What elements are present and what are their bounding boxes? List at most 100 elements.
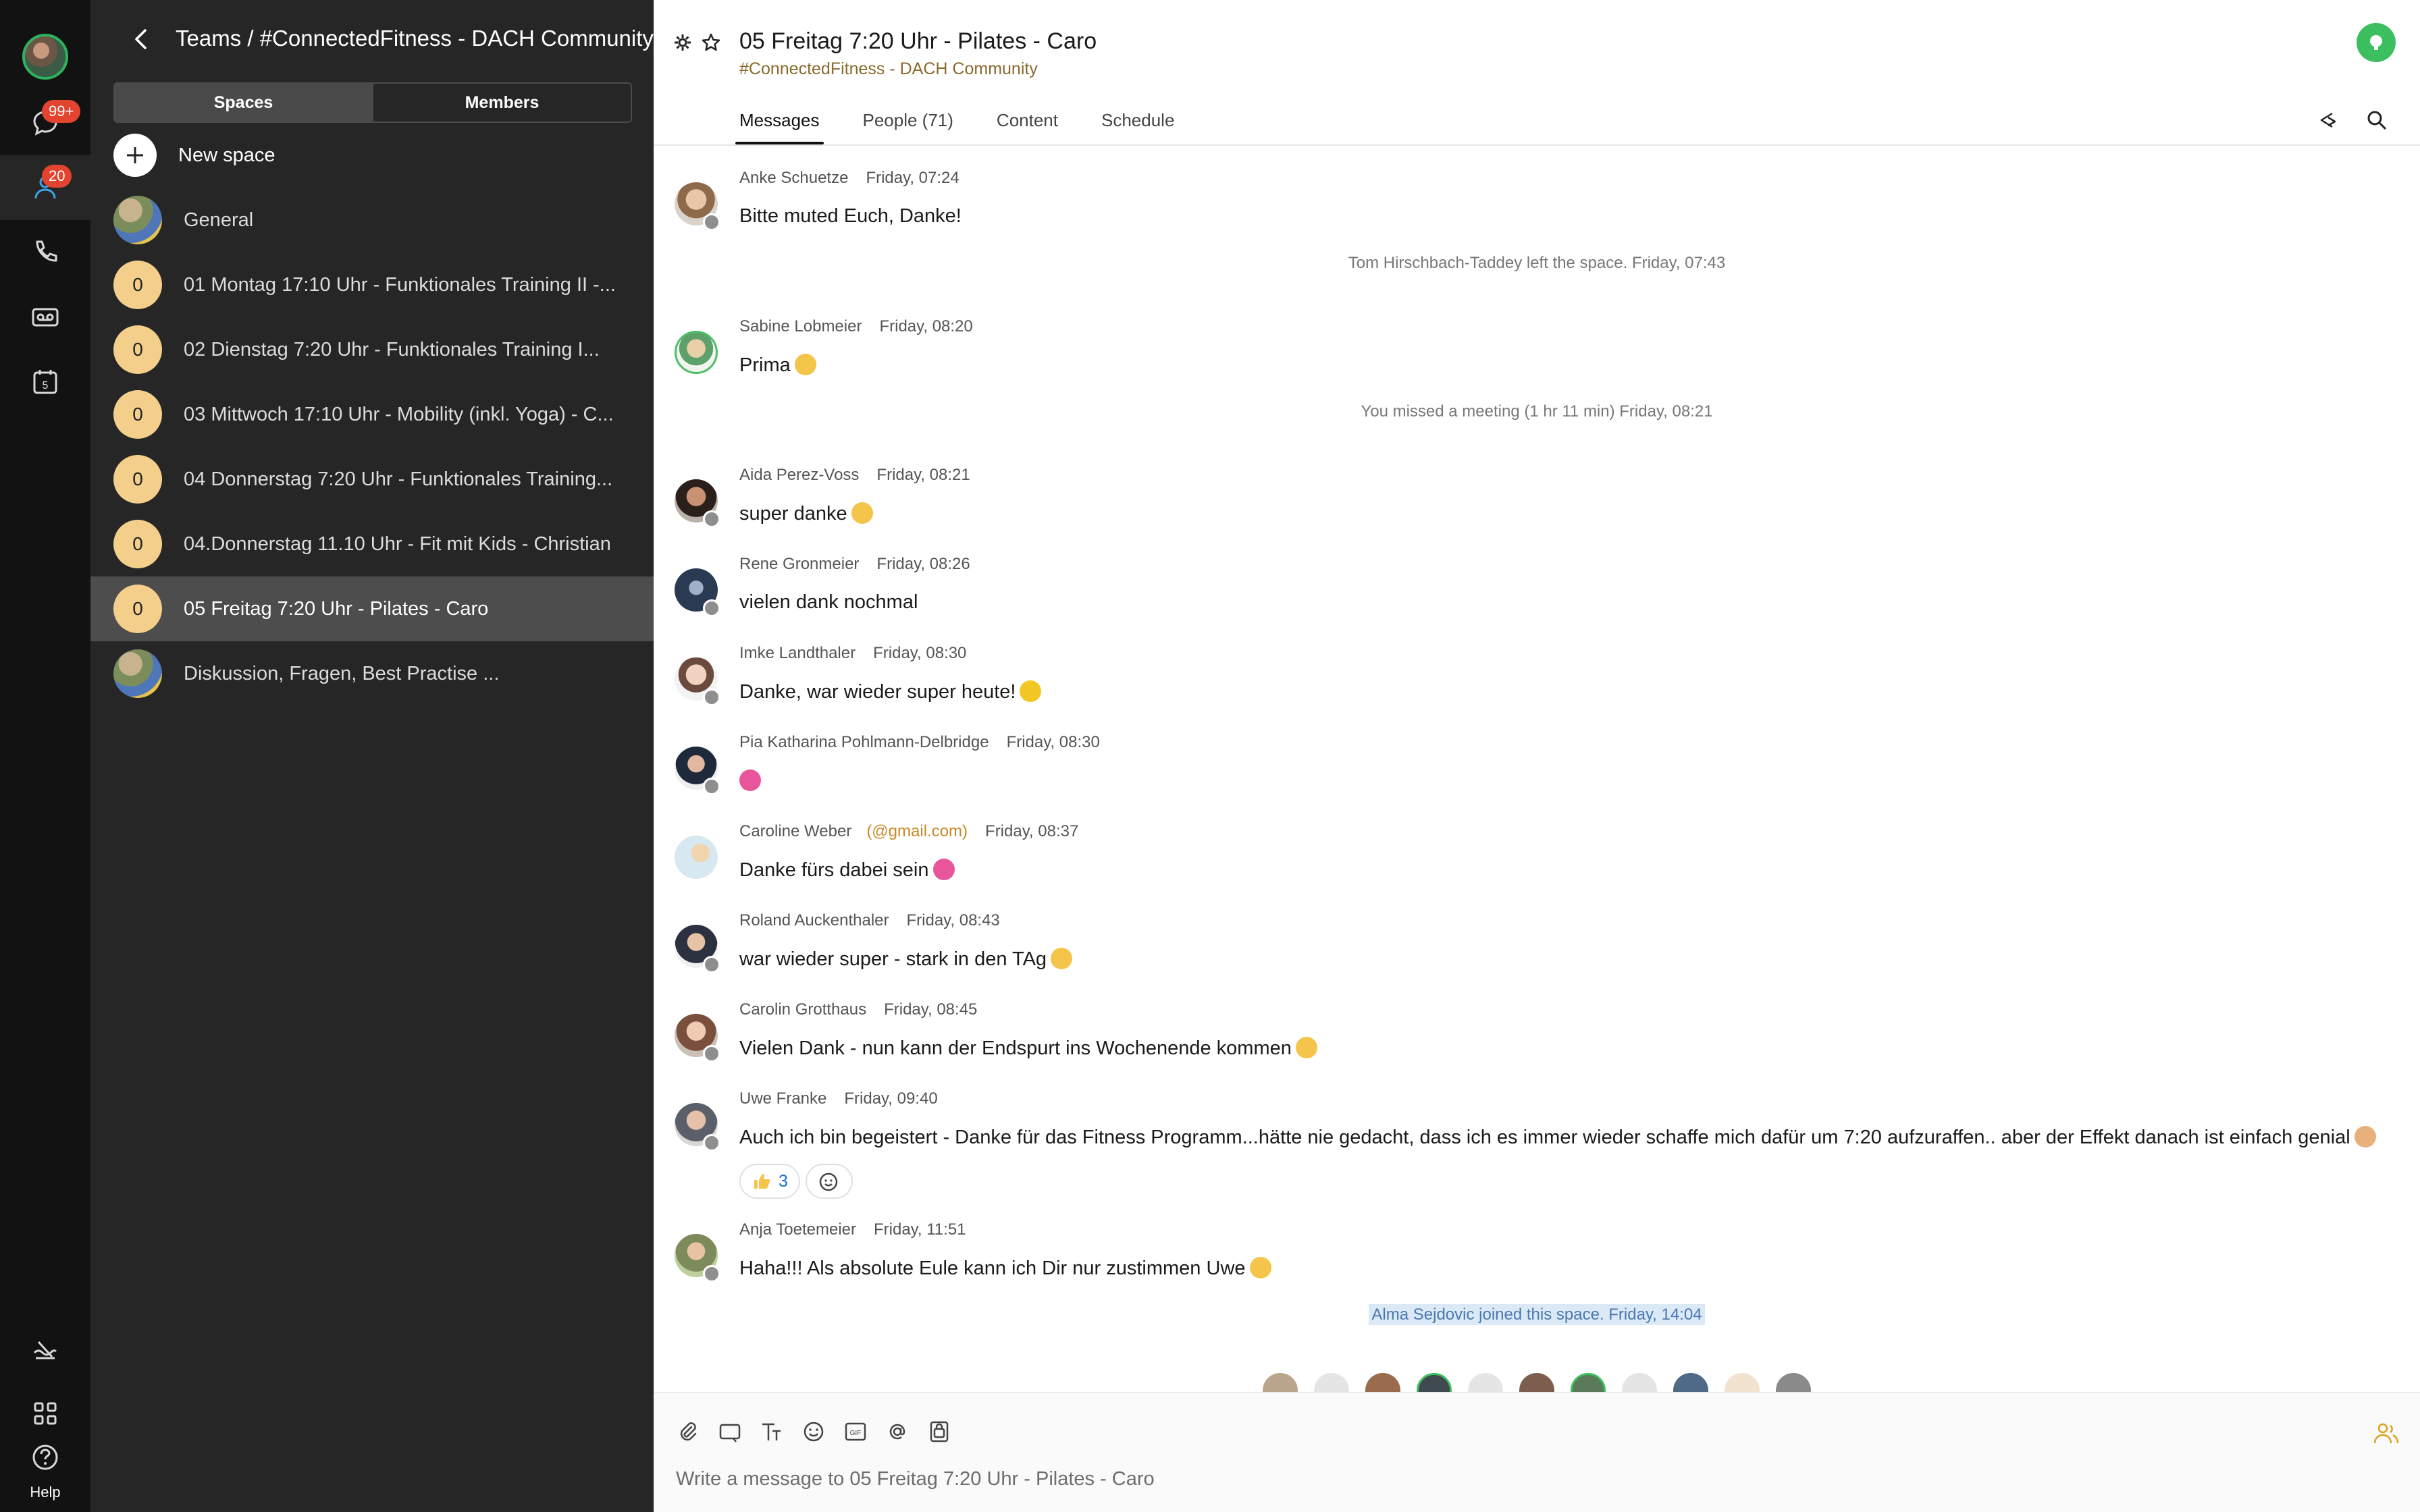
message-text: Prima [739, 354, 816, 377]
timestamp: Friday, 08:30 [1006, 733, 1100, 751]
team-link[interactable]: #ConnectedFitness - DACH Community [739, 59, 1038, 79]
reader-overflow [1776, 1373, 1811, 1392]
app-rail: 99+ 20 5 Help [0, 0, 90, 1512]
message-text: Danke, war wieder super heute! [739, 680, 1042, 703]
add-reaction-button[interactable] [805, 1164, 853, 1199]
calendar-button[interactable]: 5 [0, 350, 90, 414]
spaces-tab[interactable]: Spaces [115, 84, 372, 122]
sender: Anke Schuetze Friday, 07:24 [739, 169, 959, 187]
whiteboard-icon[interactable] [926, 1419, 952, 1444]
space-avatar: 0 [113, 520, 162, 568]
message-text: super danke [739, 502, 873, 525]
avatar[interactable] [675, 331, 718, 374]
reader-avatar [1519, 1373, 1554, 1392]
space-name: 02 Dienstag 7:20 Uhr - Funktionales Trai… [184, 338, 600, 360]
sender: Carolin Grotthaus Friday, 08:45 [739, 1000, 978, 1019]
voicemail-button[interactable] [0, 285, 90, 350]
presence-dot [703, 956, 720, 973]
spaces-members-toggle: Spaces Members [113, 82, 632, 123]
sender: Aida Perez-Voss Friday, 08:21 [739, 466, 970, 484]
presence-dot [703, 599, 720, 617]
presence-dot [703, 778, 720, 795]
teams-button[interactable] [0, 155, 90, 220]
teams-badge: 20 [42, 165, 72, 188]
space-avatar: 0 [113, 325, 162, 374]
tab-people[interactable]: People (71) [863, 107, 953, 144]
sender: Sabine Lobmeier Friday, 08:20 [739, 317, 973, 335]
tab-schedule[interactable]: Schedule [1101, 107, 1174, 144]
sender: Uwe Franke Friday, 09:40 [739, 1089, 938, 1108]
sender: Pia Katharina Pohlmann-Delbridge Friday, … [739, 733, 1100, 751]
messaging-button[interactable] [0, 90, 90, 155]
space-name: 04.Donnerstag 11.10 Uhr - Fit mit Kids -… [184, 533, 611, 555]
space-item-donnerstag[interactable]: 0 04 Donnerstag 7:20 Uhr - Funktionales … [90, 447, 654, 512]
reader-avatar [1468, 1373, 1503, 1392]
reader-avatar [1365, 1373, 1400, 1392]
space-item-general[interactable]: General [90, 188, 654, 252]
reaction-count: 3 [779, 1171, 788, 1191]
slight-smile-emoji [1051, 948, 1073, 969]
status-button[interactable] [0, 1316, 90, 1381]
activity-icon[interactable] [2316, 108, 2340, 132]
search-icon[interactable] [2365, 108, 2389, 132]
meeting-icon [2370, 35, 2382, 50]
space-item-donnerstag-kids[interactable]: 0 04.Donnerstag 11.10 Uhr - Fit mit Kids… [90, 512, 654, 576]
calendar-icon: 5 [33, 370, 57, 394]
laughing-emoji [1249, 1257, 1271, 1278]
new-space-button[interactable]: New space [113, 134, 275, 177]
timestamp: Friday, 08:45 [884, 1000, 978, 1019]
message-input[interactable] [676, 1462, 2364, 1496]
space-item-diskussion[interactable]: Diskussion, Fragen, Best Practise ... [90, 641, 654, 706]
space-avatar: 0 [113, 585, 162, 633]
user-avatar[interactable] [22, 34, 68, 80]
phone-icon [36, 240, 57, 262]
mention-icon[interactable] [885, 1419, 910, 1444]
screenshot-icon[interactable] [717, 1419, 743, 1444]
system-event: You missed a meeting (1 hr 11 min) Frida… [1361, 402, 1713, 421]
presence-dot [703, 510, 720, 528]
reactions: 3 [739, 1164, 853, 1199]
message-text: vielen dank nochmal [739, 591, 918, 613]
back-button[interactable] [127, 24, 157, 54]
tab-content[interactable]: Content [997, 107, 1058, 144]
sparkling-heart-emoji [932, 859, 955, 880]
attach-icon[interactable] [675, 1419, 701, 1444]
message-text: Bitte muted Euch, Danke! [739, 205, 962, 227]
space-item-montag[interactable]: 0 01 Montag 17:10 Uhr - Funktionales Tra… [90, 252, 654, 317]
tab-messages[interactable]: Messages [735, 107, 823, 144]
space-item-mittwoch[interactable]: 0 03 Mittwoch 17:10 Uhr - Mobility (inkl… [90, 382, 654, 447]
sender-email: (@gmail.com) [866, 822, 968, 840]
timestamp: Friday, 08:21 [876, 466, 970, 484]
calling-button[interactable] [0, 220, 90, 285]
gear-icon[interactable] [673, 32, 693, 53]
conversation-area: 05 Freitag 7:20 Uhr - Pilates - Caro #Co… [654, 0, 2420, 1512]
read-receipts[interactable] [654, 1373, 2420, 1392]
members-tab[interactable]: Members [372, 84, 631, 122]
help-label: Help [30, 1484, 61, 1501]
space-item-freitag[interactable]: 0 05 Freitag 7:20 Uhr - Pilates - Caro [90, 576, 654, 641]
meeting-button[interactable] [2357, 23, 2396, 62]
emoji-icon[interactable] [801, 1419, 826, 1444]
thumbs-up-reaction[interactable]: 3 [739, 1164, 800, 1199]
help-button[interactable] [0, 1434, 90, 1481]
voicemail-icon [32, 308, 59, 327]
text-format-icon[interactable] [759, 1419, 785, 1444]
add-emoji-icon [819, 1172, 838, 1191]
space-name: Diskussion, Fragen, Best Practise ... [184, 662, 500, 684]
space-item-dienstag[interactable]: 0 02 Dienstag 7:20 Uhr - Funktionales Tr… [90, 317, 654, 382]
gif-icon[interactable]: GIF [843, 1419, 868, 1444]
team-people-icon[interactable] [2371, 1419, 2401, 1449]
clapping-hands-emoji [2354, 1126, 2376, 1148]
sender: Caroline Weber (@gmail.com) Friday, 08:37 [739, 822, 1079, 840]
sunflower-emoji [1020, 680, 1042, 702]
message-text: Vielen Dank - nun kann der Endspurt ins … [739, 1037, 1317, 1060]
space-avatar: 0 [113, 390, 162, 439]
plus-icon [113, 134, 157, 177]
avatar[interactable] [675, 836, 718, 879]
space-name: 03 Mittwoch 17:10 Uhr - Mobility (inkl. … [184, 403, 614, 425]
timestamp: Friday, 08:30 [873, 644, 967, 662]
timestamp: Friday, 08:43 [906, 911, 1000, 929]
star-icon[interactable] [701, 32, 721, 53]
timestamp: Friday, 07:24 [866, 169, 959, 187]
help-icon [32, 1444, 58, 1470]
